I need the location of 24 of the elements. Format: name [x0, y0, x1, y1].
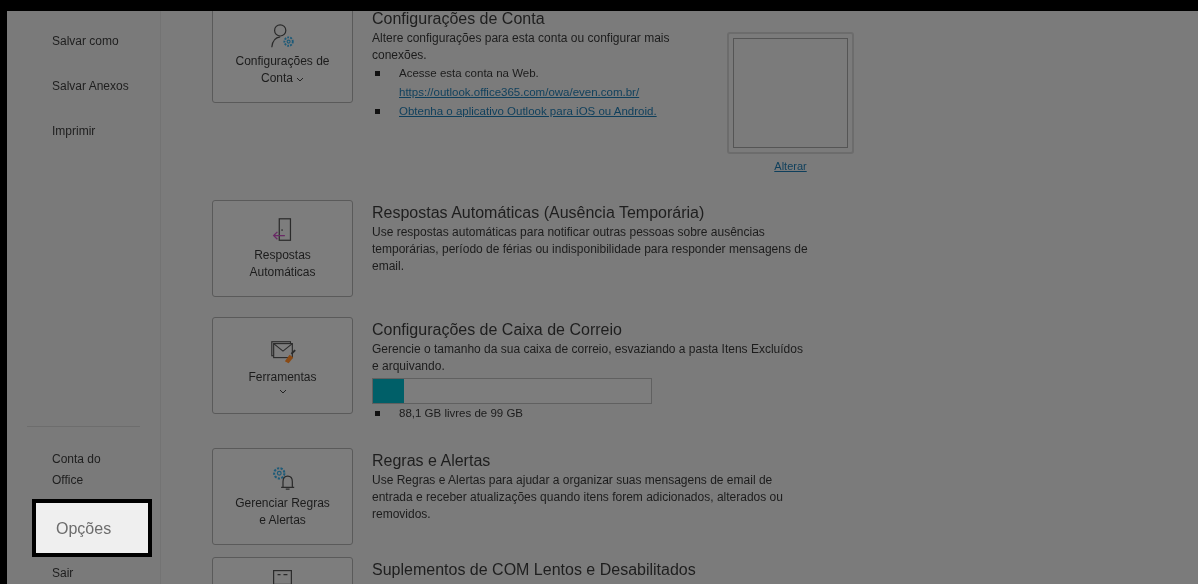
section-description: Gerencie o tamanho da sua caixa de correio, esvaziando a pasta Itens Excluídos e arquivando.	[372, 341, 804, 375]
section-description: Altere configurações para esta conta ou configurar mais conexões.	[372, 30, 671, 64]
section-button[interactable]: Respostas Automáticas	[212, 200, 353, 297]
section-description: Use respostas automáticas para notificar outras pessoas sobre ausências temporárias, período de férias ou indisponibilidade para responder mensagens de email.	[372, 224, 809, 275]
bullet-text: Acesse esta conta na Web.	[399, 66, 540, 81]
sidebar-item[interactable]: Salvar como	[7, 31, 160, 52]
section-title: Regras e Alertas	[372, 451, 492, 471]
section-button[interactable]: Ferramentas	[212, 317, 353, 414]
sidebar-item[interactable]: Imprimir	[7, 121, 160, 142]
section-title: Configurações de Caixa de Correio	[372, 320, 623, 340]
link[interactable]: Obtenha o aplicativo Outlook para iOS ou Android.	[399, 102, 657, 121]
section-description: Use Regras e Alertas para ajudar a organizar suas mensagens de email de entrada e receber atualizações quando itens forem adicionados, alterados ou removidos.	[372, 472, 784, 523]
link[interactable]: https://outlook.office365.com/owa/even.com.br/	[399, 83, 640, 102]
section-title: Configurações de Conta	[372, 11, 546, 29]
sidebar-item[interactable]: Opções	[32, 499, 152, 557]
sidebar-item[interactable]: Conta do Office	[7, 449, 112, 491]
bullet-text: 88,1 GB livres de 99 GB	[399, 406, 523, 421]
sidebar-item[interactable]: Sair	[7, 563, 112, 584]
change-photo-link[interactable]: Alterar	[774, 160, 807, 172]
section-title: Suplementos de COM Lentos e Desabilitados	[372, 560, 697, 580]
section-button[interactable]: Configurações de Conta	[212, 11, 353, 103]
section-button[interactable]: Gerenciar Regras e Alertas	[212, 448, 353, 545]
section-title: Respostas Automáticas (Ausência Temporária)	[372, 203, 706, 223]
sidebar-item[interactable]: Salvar Anexos	[7, 76, 160, 97]
